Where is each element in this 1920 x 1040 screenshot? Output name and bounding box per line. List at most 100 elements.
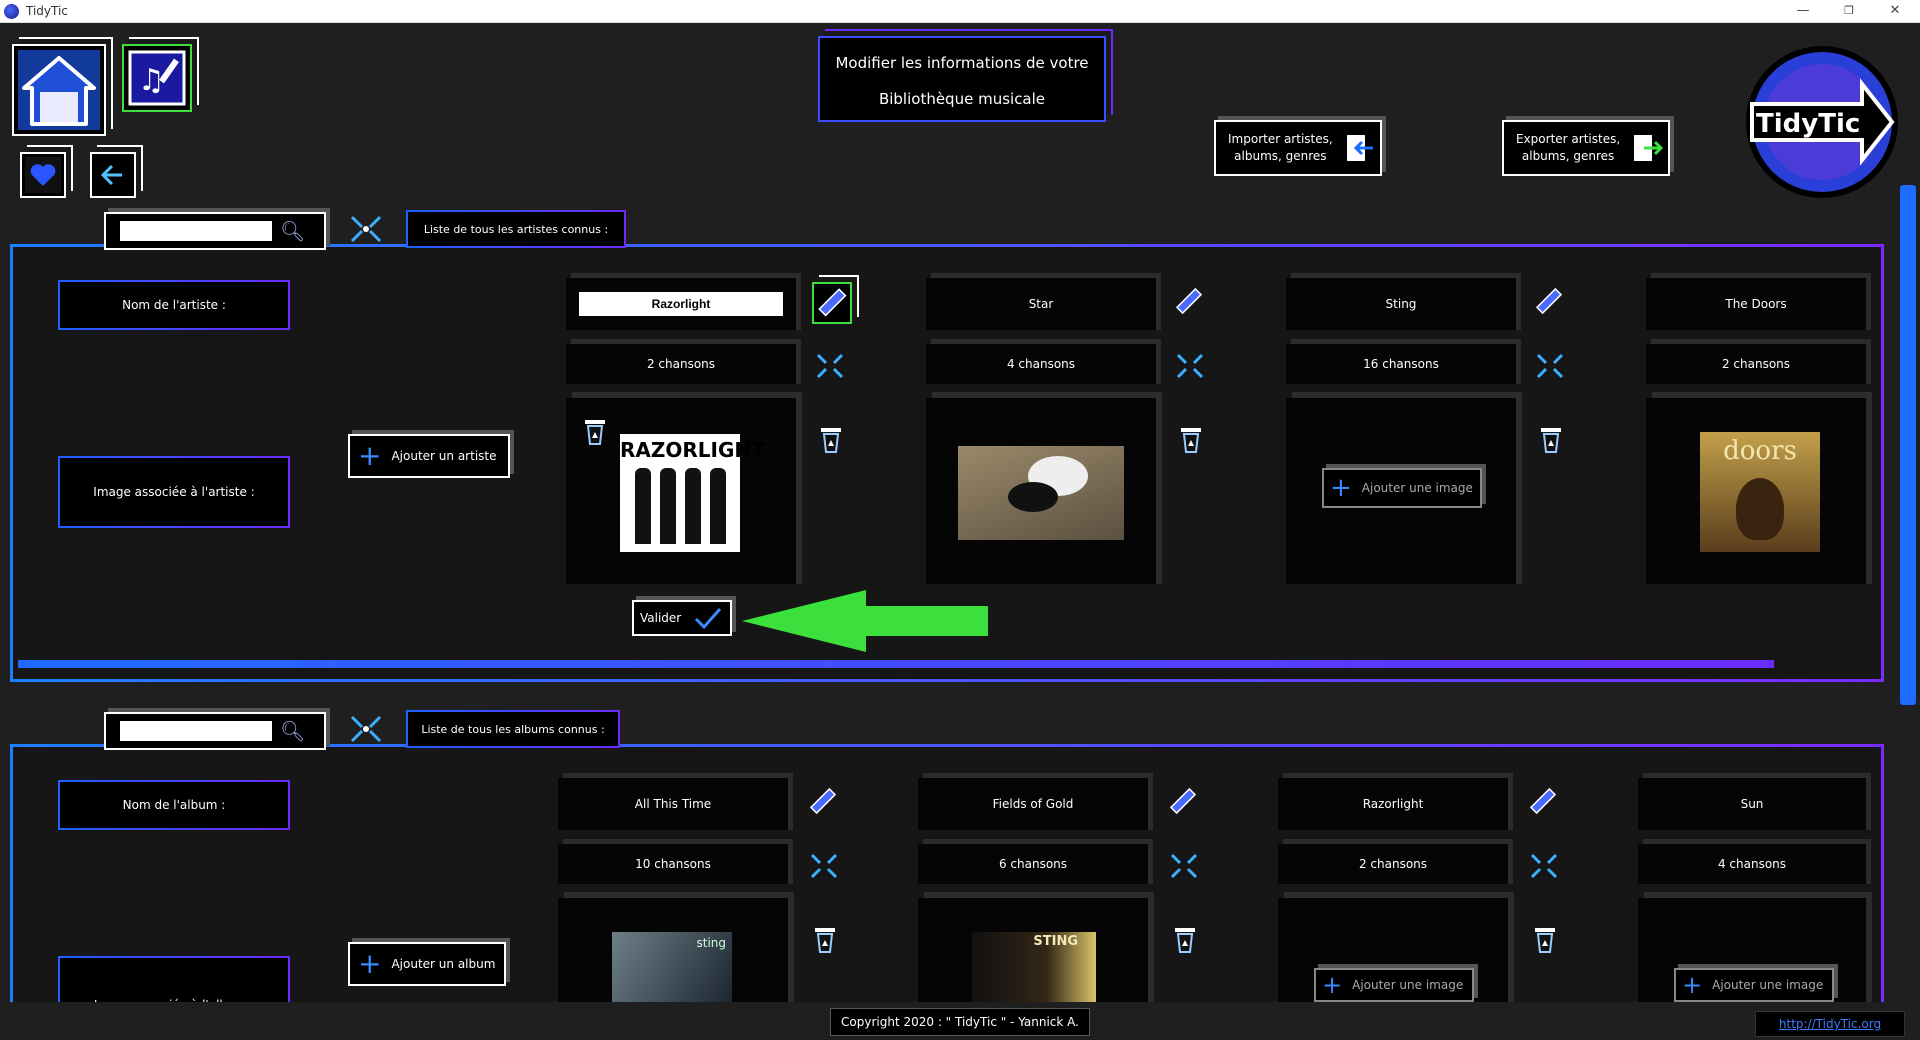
music-edit-button[interactable]: ♫: [122, 44, 192, 112]
album-image-tile-2: STING: [918, 898, 1148, 1002]
plus-icon: +: [358, 947, 382, 980]
artist-name-cell-1: [566, 278, 796, 330]
delete-image-album-2-icon[interactable]: [1168, 920, 1202, 956]
edit-album-2-pencil-icon[interactable]: [1168, 786, 1198, 816]
close-button[interactable]: ✕: [1872, 0, 1918, 23]
star-image: [958, 446, 1124, 540]
razorlight-image: RAZORLIGHT: [620, 434, 765, 552]
album-name-label: Nom de l'album :: [58, 780, 290, 830]
edit-artist-2-pencil-icon[interactable]: [1174, 286, 1204, 316]
artist-name-cell-3: Sting: [1286, 278, 1516, 330]
artist-image-tile-3: + Ajouter une image: [1286, 398, 1516, 584]
album-name-cell-2: Fields of Gold: [918, 778, 1148, 830]
search-icon[interactable]: 🔍︎: [280, 219, 305, 243]
add-artist-label: Ajouter un artiste: [391, 449, 497, 463]
artist-image-tile-2: [926, 398, 1156, 584]
add-artist-button[interactable]: + Ajouter un artiste: [348, 434, 510, 478]
albums-list-label: Liste de tous les albums connus :: [406, 710, 620, 748]
app-icon: [4, 4, 19, 19]
add-album-button[interactable]: + Ajouter un album: [348, 942, 506, 986]
import-label-2: albums, genres: [1234, 149, 1327, 163]
shuffle-album-1-icon[interactable]: [806, 850, 842, 882]
fields-of-gold-image: STING: [972, 932, 1096, 1002]
add-image-artist-3-button[interactable]: + Ajouter une image: [1322, 468, 1482, 508]
album-search-input[interactable]: [120, 721, 272, 741]
delete-image-artist-3-icon[interactable]: [1534, 420, 1568, 456]
album-image-tile-1: sting: [558, 898, 788, 1002]
export-button[interactable]: Exporter artistes, albums, genres: [1502, 120, 1670, 176]
artist-name-input[interactable]: [579, 292, 783, 316]
album-count-1: 10 chansons: [558, 844, 788, 884]
all-this-time-image: sting: [612, 932, 732, 1002]
import-button[interactable]: Importer artistes, albums, genres: [1214, 120, 1382, 176]
export-icon: [1634, 135, 1664, 161]
delete-image-artist-2-icon[interactable]: [1174, 420, 1208, 456]
delete-image-artist-1-icon[interactable]: [578, 412, 612, 448]
artist-count-2: 4 chansons: [926, 344, 1156, 384]
album-count-2: 6 chansons: [918, 844, 1148, 884]
heart-icon: [25, 157, 61, 193]
delete-image-album-1-icon[interactable]: [808, 920, 842, 956]
home-button[interactable]: [12, 44, 106, 136]
doors-image: doors: [1700, 432, 1820, 552]
validate-button[interactable]: Valider: [632, 600, 732, 636]
artist-name-cell-4: The Doors: [1646, 278, 1866, 330]
import-label-1: Importer artistes,: [1228, 132, 1333, 146]
edit-album-3-pencil-icon[interactable]: [1528, 786, 1558, 816]
album-name-cell-4: Sun: [1638, 778, 1866, 830]
window-titlebar: TidyTic — ❐ ✕: [0, 0, 1920, 23]
shuffle-album-3-icon[interactable]: [1526, 850, 1562, 882]
music-note-icon: ♫: [128, 50, 186, 106]
back-button[interactable]: [90, 152, 136, 198]
artists-list-label: Liste de tous les artistes connus :: [406, 210, 626, 248]
home-icon: [18, 50, 100, 130]
copyright-text: Copyright 2020 : " TidyTic " - Yannick A…: [830, 1008, 1090, 1036]
green-arrow-annotation: [742, 590, 988, 652]
shuffle-artists-icon[interactable]: [346, 212, 386, 246]
plus-icon: +: [1330, 473, 1352, 503]
arrow-left-icon: [100, 164, 122, 186]
album-count-3: 2 chansons: [1278, 844, 1508, 884]
logo-text: TidyTic: [1756, 109, 1860, 139]
checkmark-icon: [695, 608, 722, 630]
add-image-album-4-button[interactable]: + Ajouter une image: [1674, 968, 1834, 1002]
shuffle-album-2-icon[interactable]: [1166, 850, 1202, 882]
shuffle-artist-2-icon[interactable]: [1172, 350, 1208, 382]
delete-image-album-3-icon[interactable]: [1528, 920, 1562, 956]
artist-name-cell-2: Star: [926, 278, 1156, 330]
artist-name-label: Nom de l'artiste :: [58, 280, 290, 330]
page-title-line1: Modifier les informations de votre: [835, 54, 1089, 72]
album-search-box: 🔍︎: [104, 712, 326, 750]
shuffle-artist-1-icon[interactable]: [812, 350, 848, 382]
artists-horizontal-scrollbar[interactable]: [18, 660, 1774, 668]
artist-count-4: 2 chansons: [1646, 344, 1866, 384]
edit-album-1-pencil-icon[interactable]: [808, 786, 838, 816]
shuffle-artist-3-icon[interactable]: [1532, 350, 1568, 382]
minimize-button[interactable]: —: [1780, 0, 1826, 23]
website-link[interactable]: http://TidyTic.org: [1755, 1011, 1905, 1037]
artist-search-input[interactable]: [120, 221, 272, 241]
export-label-1: Exporter artistes,: [1516, 132, 1621, 146]
album-count-4: 4 chansons: [1638, 844, 1866, 884]
export-label-2: albums, genres: [1521, 149, 1615, 163]
vertical-scrollbar[interactable]: [1900, 185, 1916, 705]
artist-image-tile-4: doors: [1646, 398, 1866, 584]
search-icon[interactable]: 🔍︎: [280, 719, 305, 743]
delete-image-artist-1b-icon[interactable]: [814, 420, 848, 456]
plus-icon: +: [1322, 971, 1343, 999]
edit-artist-3-pencil-icon[interactable]: [1534, 286, 1564, 316]
add-image-album-3-button[interactable]: + Ajouter une image: [1314, 968, 1474, 1002]
album-image-tile-3: + Ajouter une image: [1278, 898, 1508, 1002]
favorites-button[interactable]: [20, 152, 66, 198]
shuffle-albums-icon[interactable]: [346, 712, 386, 746]
artist-count-3: 16 chansons: [1286, 344, 1516, 384]
artist-count-1: 2 chansons: [566, 344, 796, 384]
album-image-tile-4: + Ajouter une image: [1638, 898, 1866, 1002]
restore-button[interactable]: ❐: [1826, 0, 1872, 23]
pencil-icon: [818, 288, 847, 317]
import-icon: [1346, 135, 1373, 161]
window-title: TidyTic: [26, 4, 68, 18]
header-title-box: Modifier les informations de votre Bibli…: [818, 36, 1106, 122]
edit-artist-button-1[interactable]: [812, 282, 852, 324]
album-name-cell-3: Razorlight: [1278, 778, 1508, 830]
